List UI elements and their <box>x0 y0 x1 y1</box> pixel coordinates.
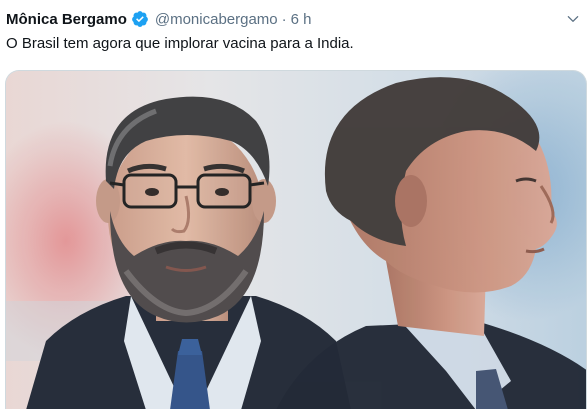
verified-badge-icon <box>131 10 149 28</box>
tweet-photo[interactable] <box>5 70 587 409</box>
author-handle[interactable]: @monicabergamo <box>155 11 278 28</box>
separator-dot: · <box>281 10 287 28</box>
tweet-timestamp[interactable]: 6 h <box>291 11 312 28</box>
chevron-down-icon[interactable] <box>566 12 580 26</box>
tweet-header: Mônica Bergamo @monicabergamo · 6 h <box>6 9 312 29</box>
tweet-text: O Brasil tem agora que implorar vacina p… <box>6 35 354 52</box>
photo-illustration <box>6 71 586 409</box>
author-display-name[interactable]: Mônica Bergamo <box>6 11 127 28</box>
